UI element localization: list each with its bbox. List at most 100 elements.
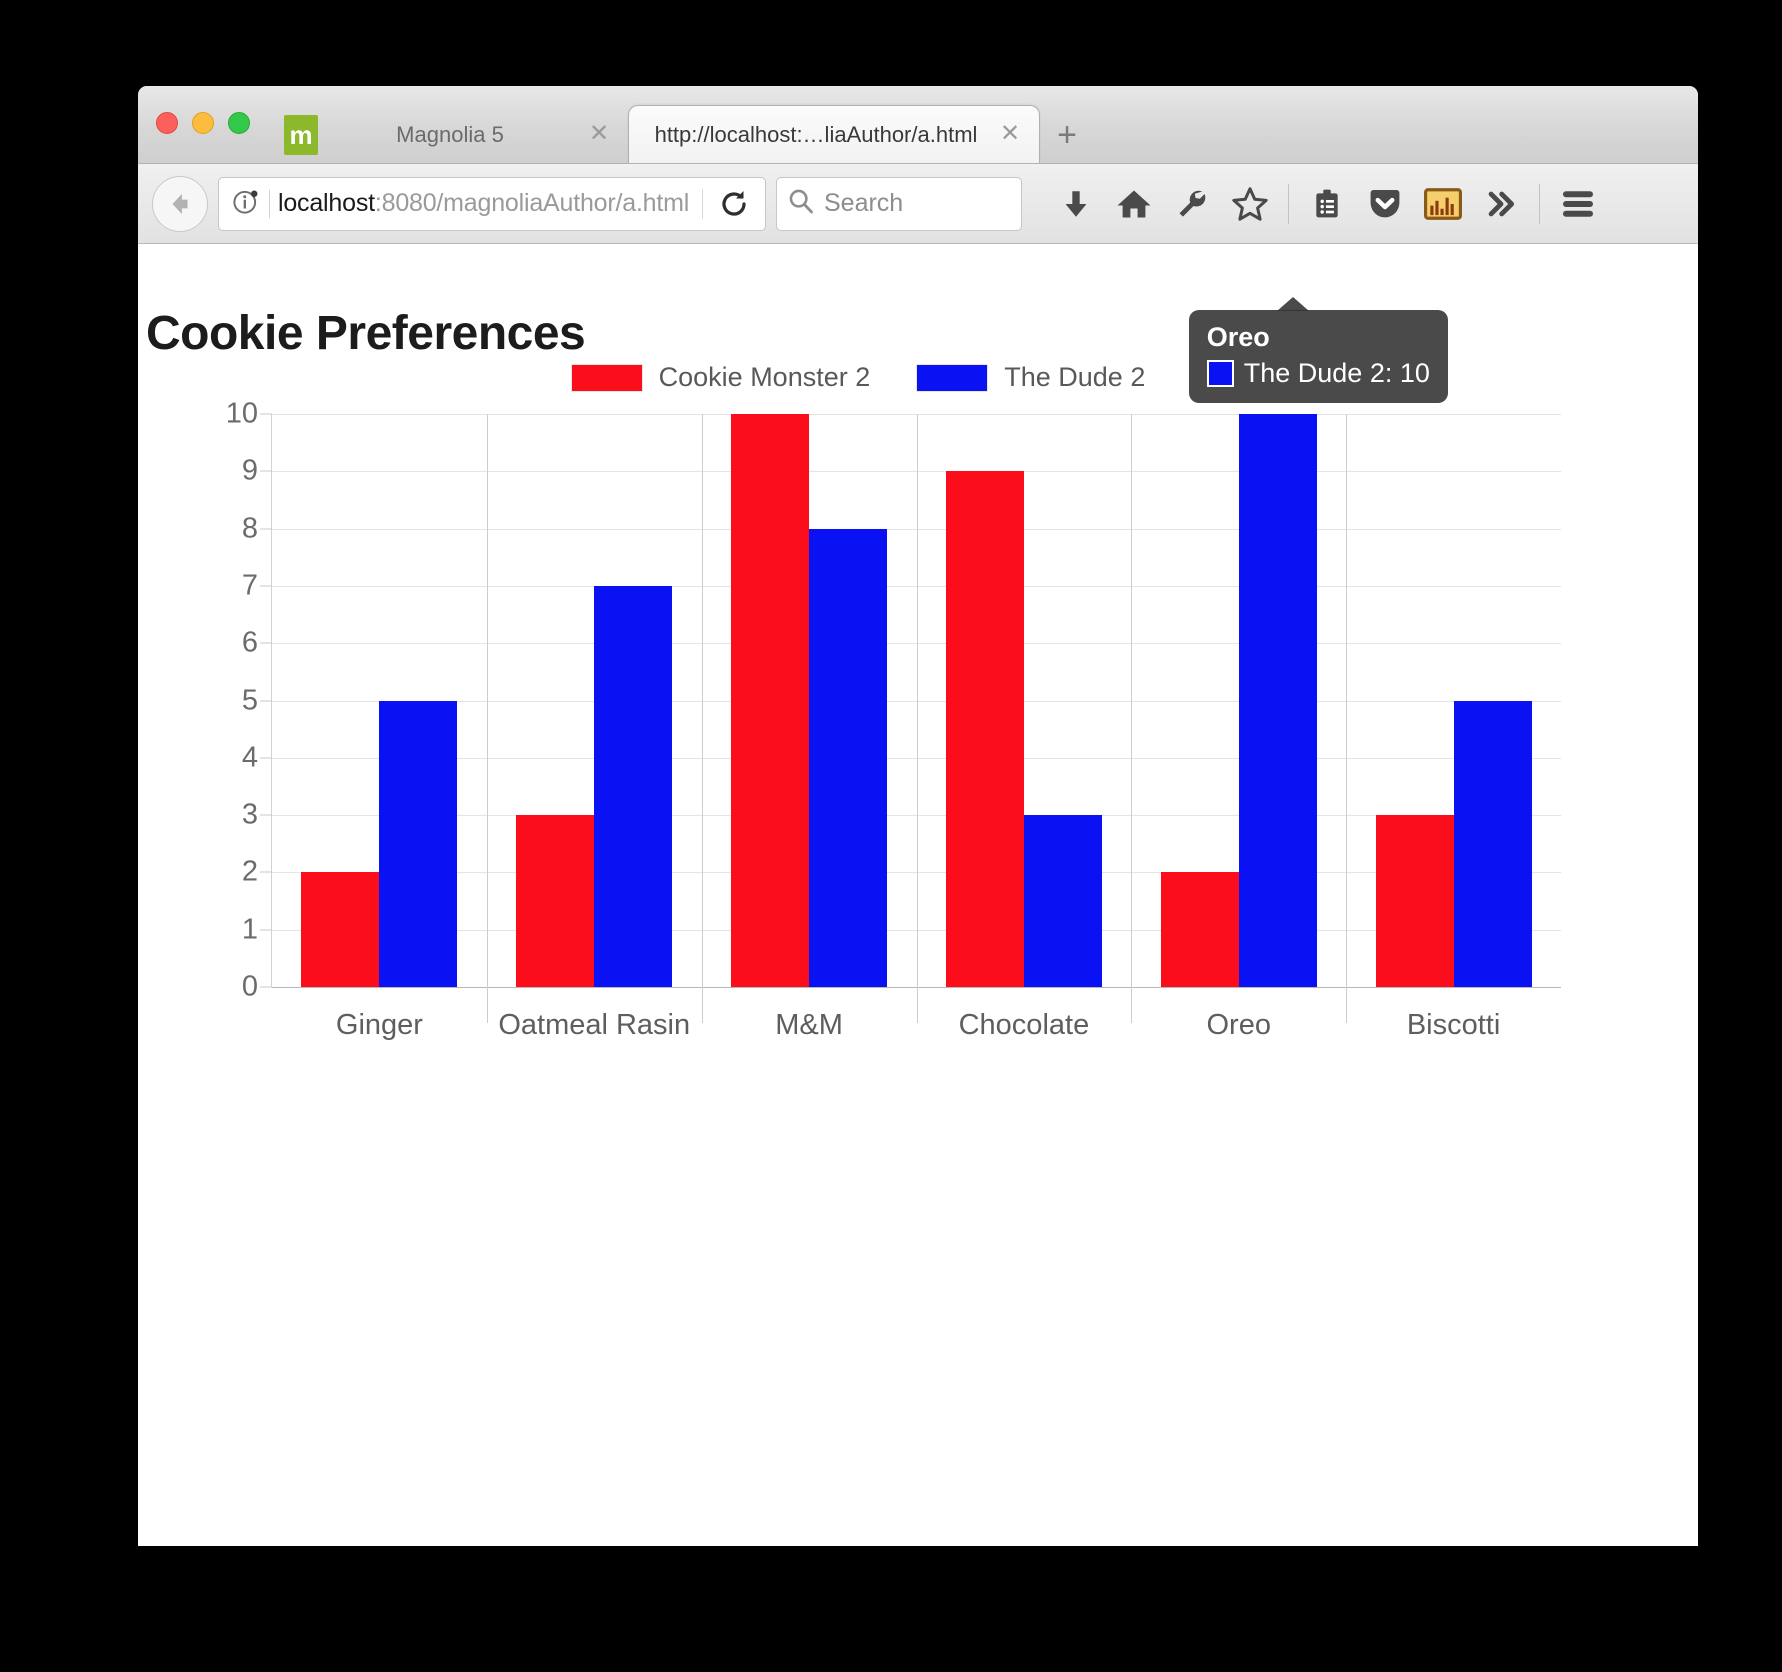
- url-bar[interactable]: localhost:8080/magnoliaAuthor/a.html: [218, 176, 766, 231]
- bar[interactable]: [731, 414, 810, 987]
- magnolia-favicon-icon: m: [284, 115, 318, 155]
- bar[interactable]: [809, 528, 888, 987]
- y-axis-tick-label: 0: [241, 970, 258, 1003]
- bar[interactable]: [516, 815, 595, 987]
- wrench-icon: [1179, 190, 1206, 217]
- minimize-window-button[interactable]: [192, 112, 214, 134]
- downloads-button[interactable]: [1050, 176, 1102, 232]
- y-tick-mark: [260, 413, 272, 415]
- reload-divider: [702, 188, 703, 219]
- x-axis-tick-label: M&M: [775, 1009, 843, 1041]
- legend-swatch: [916, 363, 989, 392]
- bar[interactable]: [379, 700, 458, 987]
- y-axis-tick-label: 6: [241, 626, 258, 659]
- legend-label: The Dude 2: [1004, 362, 1146, 392]
- search-icon: [787, 187, 815, 220]
- url-text: localhost:8080/magnoliaAuthor/a.html: [278, 189, 694, 218]
- x-axis-tick-label: Biscotti: [1406, 1009, 1501, 1041]
- legend-item-0[interactable]: Cookie Monster 2: [570, 362, 871, 393]
- y-axis-tick-label: 8: [241, 512, 258, 545]
- y-axis-tick-label: 7: [241, 569, 258, 602]
- home-button[interactable]: [1108, 176, 1160, 232]
- bar[interactable]: [1453, 700, 1532, 987]
- close-tab-icon[interactable]: ✕: [997, 121, 1023, 148]
- tab-localhost-a-html[interactable]: http://localhost:…liaAuthor/a.html ✕: [628, 105, 1040, 163]
- bar-group-oatmeal-rasin: Oatmeal Rasin: [487, 414, 702, 1041]
- star-icon: [1232, 186, 1268, 221]
- site-identity-info-icon[interactable]: [231, 186, 261, 221]
- y-axis-tick-label: 1: [241, 913, 258, 946]
- back-arrow-icon: [172, 193, 188, 214]
- bar[interactable]: [594, 585, 673, 987]
- legend-swatch: [570, 363, 643, 392]
- toolbar-separator: [1288, 183, 1289, 224]
- reload-icon: [722, 190, 746, 216]
- bar-group-m-m: M&M: [702, 414, 917, 1041]
- y-tick-mark: [260, 929, 272, 931]
- close-window-button[interactable]: [156, 112, 178, 134]
- zoom-window-button[interactable]: [228, 112, 250, 134]
- bar[interactable]: [1238, 414, 1317, 987]
- page-content: Cookie Preferences Cookie Monster 2 The D…: [138, 244, 1698, 1546]
- downloads-icon: [1065, 190, 1087, 217]
- y-tick-mark: [260, 700, 272, 701]
- developer-tools-button[interactable]: [1166, 176, 1218, 232]
- y-tick-mark: [260, 585, 272, 587]
- chart-plot-area: 0 1 2 3 4 5 6 7 8 9 10 Ginger Oatmeal Rasin M&M Chocol…: [226, 398, 1561, 1041]
- hamburger-menu-icon: [1563, 190, 1593, 217]
- chevron-double-right-icon: [1488, 191, 1515, 216]
- navigation-toolbar: localhost:8080/magnoliaAuthor/a.html Sea…: [138, 164, 1698, 244]
- tab-magnolia-5[interactable]: m Magnolia 5 ✕: [268, 107, 628, 163]
- reload-button[interactable]: [711, 181, 757, 227]
- bar[interactable]: [1375, 815, 1454, 987]
- y-axis-tick-label: 4: [241, 741, 258, 774]
- bar[interactable]: [1160, 872, 1239, 987]
- menu-button[interactable]: [1552, 176, 1604, 232]
- bookmark-button[interactable]: [1224, 176, 1276, 232]
- back-button[interactable]: [152, 175, 208, 232]
- y-tick-mark: [260, 470, 272, 472]
- tab-title: http://localhost:…liaAuthor/a.html: [654, 121, 978, 147]
- url-host: localhost: [278, 189, 375, 217]
- reading-list-button[interactable]: [1301, 176, 1353, 232]
- y-tick-mark: [260, 986, 272, 988]
- x-axis-tick-label: Oreo: [1206, 1009, 1271, 1041]
- y-axis-tick-label: 10: [225, 397, 258, 430]
- bar-chart: Cookie Monster 2 The Dude 2 0 1 2 3 4 5 6 7 8 9 10 G…: [138, 362, 1578, 1041]
- y-tick-mark: [260, 757, 272, 759]
- browser-window: m Magnolia 5 ✕ http://localhost:…liaAuth…: [138, 86, 1698, 1546]
- toolbar-icon-group: [1050, 176, 1604, 232]
- x-axis-tick-label: Chocolate: [958, 1009, 1090, 1041]
- y-tick-mark: [260, 642, 272, 644]
- legend-label: Cookie Monster 2: [658, 362, 871, 392]
- tooltip-title: Oreo: [1206, 322, 1270, 352]
- bar-group-oreo: Oreo: [1131, 414, 1346, 1041]
- y-axis-tick-label: 9: [241, 454, 258, 487]
- charts-button[interactable]: [1417, 176, 1469, 232]
- bar[interactable]: [301, 872, 380, 987]
- y-axis-tick-label: 2: [241, 855, 258, 888]
- x-axis-tick-label: Ginger: [335, 1009, 423, 1041]
- y-tick-mark: [260, 871, 272, 873]
- y-tick-mark: [260, 814, 272, 816]
- tab-title: Magnolia 5: [396, 122, 504, 147]
- chart-icon: [1424, 187, 1462, 220]
- url-divider: [269, 189, 270, 218]
- chart-legend: Cookie Monster 2 The Dude 2: [138, 362, 1578, 393]
- close-tab-icon[interactable]: ✕: [586, 122, 612, 148]
- search-input[interactable]: Search: [824, 189, 903, 218]
- search-bar[interactable]: Search: [776, 176, 1022, 231]
- y-tick-mark: [260, 528, 272, 530]
- legend-item-1[interactable]: The Dude 2: [916, 362, 1145, 393]
- tooltip-arrow-icon: [1276, 297, 1309, 311]
- desktop-background: m Magnolia 5 ✕ http://localhost:…liaAuth…: [0, 0, 1782, 1672]
- bar[interactable]: [945, 471, 1024, 987]
- reading-list-icon: [1316, 189, 1338, 217]
- bar-group-biscotti: Biscotti: [1346, 414, 1561, 1041]
- pocket-button[interactable]: [1359, 176, 1411, 232]
- new-tab-icon[interactable]: +: [1040, 107, 1094, 163]
- screen-rounded-frame: m Magnolia 5 ✕ http://localhost:…liaAuth…: [26, 26, 1756, 1646]
- page-title: Cookie Preferences: [146, 307, 586, 361]
- bar[interactable]: [1023, 815, 1102, 987]
- overflow-button[interactable]: [1475, 176, 1527, 232]
